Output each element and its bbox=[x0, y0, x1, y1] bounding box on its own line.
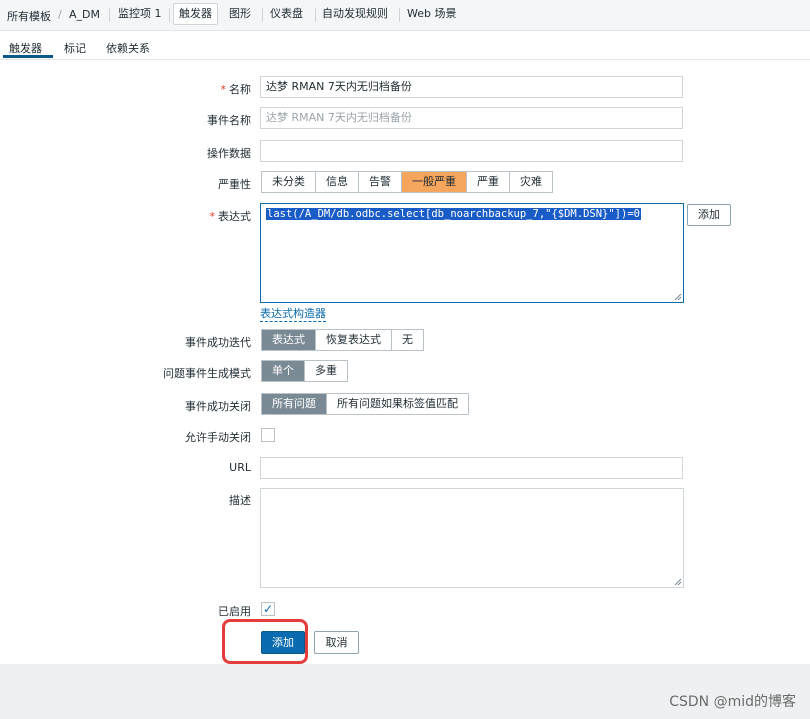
name-label-text: 名称 bbox=[229, 83, 251, 96]
cancel-button[interactable]: 取消 bbox=[314, 631, 359, 654]
problem-mode-multiple[interactable]: 多重 bbox=[305, 361, 347, 381]
watermark: CSDN @mid的博客 bbox=[669, 694, 796, 710]
nav-tab-dashboards[interactable]: 仪表盘 bbox=[265, 3, 308, 25]
manual-close-checkbox[interactable] bbox=[261, 428, 275, 442]
severity-option-warning[interactable]: 告警 bbox=[359, 172, 402, 192]
expression-label-text: 表达式 bbox=[218, 210, 251, 223]
nav-tab-web-scenarios[interactable]: Web 场景 bbox=[402, 3, 461, 25]
nav-divider bbox=[169, 8, 170, 22]
ok-close-all-problems[interactable]: 所有问题 bbox=[262, 394, 327, 414]
severity-option-disaster[interactable]: 灾难 bbox=[510, 172, 552, 192]
nav-divider bbox=[315, 8, 316, 22]
resize-handle-icon[interactable] bbox=[674, 293, 682, 301]
breadcrumb-all-templates[interactable]: 所有模板 bbox=[7, 8, 51, 24]
tab-trigger[interactable]: 触发器 bbox=[9, 40, 42, 56]
nav-tab-triggers[interactable]: 触发器 bbox=[173, 3, 218, 25]
nav-divider bbox=[262, 8, 263, 22]
severity-option-information[interactable]: 信息 bbox=[316, 172, 359, 192]
required-marker: * bbox=[209, 210, 216, 223]
ok-event-gen-label: 事件成功迭代 bbox=[185, 336, 251, 349]
tab-dependencies[interactable]: 依赖关系 bbox=[106, 40, 150, 56]
url-label: URL bbox=[229, 461, 251, 474]
event-name-input[interactable]: 达梦 RMAN 7天内无归档备份 bbox=[260, 107, 683, 129]
check-icon: ✓ bbox=[262, 602, 274, 616]
severity-selector: 未分类 信息 告警 一般严重 严重 灾难 bbox=[261, 171, 553, 193]
breadcrumb-separator: / bbox=[58, 8, 62, 21]
nav-divider bbox=[399, 8, 400, 22]
ok-event-gen-selector: 表达式 恢复表达式 无 bbox=[261, 329, 424, 351]
event-name-placeholder: 达梦 RMAN 7天内无归档备份 bbox=[266, 111, 412, 124]
expression-label: * 表达式 bbox=[71, 208, 252, 224]
description-label: 描述 bbox=[229, 494, 251, 507]
active-tab-indicator bbox=[3, 55, 53, 58]
ok-close-selector: 所有问题 所有问题如果标签值匹配 bbox=[261, 393, 469, 415]
severity-label: 严重性 bbox=[218, 178, 251, 191]
resize-handle-icon[interactable] bbox=[674, 578, 682, 586]
breadcrumb-template[interactable]: A_DM bbox=[69, 8, 100, 21]
nav-tab-items[interactable]: 监控项 1 bbox=[113, 3, 167, 25]
tab-tags[interactable]: 标记 bbox=[64, 40, 86, 56]
problem-mode-label: 问题事件生成模式 bbox=[163, 367, 251, 380]
ok-event-gen-recovery-expression[interactable]: 恢复表达式 bbox=[316, 330, 392, 350]
problem-mode-single[interactable]: 单个 bbox=[262, 361, 305, 381]
nav-tab-graphs[interactable]: 图形 bbox=[224, 3, 256, 25]
ok-close-label: 事件成功关闭 bbox=[185, 400, 251, 413]
severity-option-average[interactable]: 一般严重 bbox=[402, 172, 467, 192]
ok-close-tag-match[interactable]: 所有问题如果标签值匹配 bbox=[327, 394, 468, 414]
ok-event-gen-expression[interactable]: 表达式 bbox=[262, 330, 316, 350]
expression-value[interactable]: last(/A_DM/db.odbc.select[db_noarchbacku… bbox=[266, 208, 641, 220]
url-input[interactable] bbox=[260, 457, 683, 479]
nav-divider bbox=[109, 8, 110, 22]
severity-option-high[interactable]: 严重 bbox=[467, 172, 510, 192]
ok-event-gen-none[interactable]: 无 bbox=[392, 330, 423, 350]
description-textarea[interactable] bbox=[260, 488, 684, 588]
name-label: * 名称 bbox=[71, 81, 252, 97]
severity-option-not-classified[interactable]: 未分类 bbox=[262, 172, 316, 192]
enabled-checkbox[interactable]: ✓ bbox=[261, 602, 275, 616]
highlight-annotation bbox=[222, 619, 308, 664]
required-marker: * bbox=[220, 83, 227, 96]
enabled-label: 已启用 bbox=[218, 605, 251, 618]
event-name-label: 事件名称 bbox=[207, 114, 251, 127]
expression-builder-link[interactable]: 表达式构造器 bbox=[260, 305, 326, 322]
expression-add-button[interactable]: 添加 bbox=[687, 204, 731, 226]
name-input[interactable]: 达梦 RMAN 7天内无归档备份 bbox=[260, 76, 683, 98]
problem-mode-selector: 单个 多重 bbox=[261, 360, 348, 382]
opdata-label: 操作数据 bbox=[207, 147, 251, 160]
opdata-input[interactable] bbox=[260, 140, 683, 162]
nav-tab-discovery-rules[interactable]: 自动发现规则 bbox=[317, 3, 393, 25]
manual-close-label: 允许手动关闭 bbox=[185, 431, 251, 444]
